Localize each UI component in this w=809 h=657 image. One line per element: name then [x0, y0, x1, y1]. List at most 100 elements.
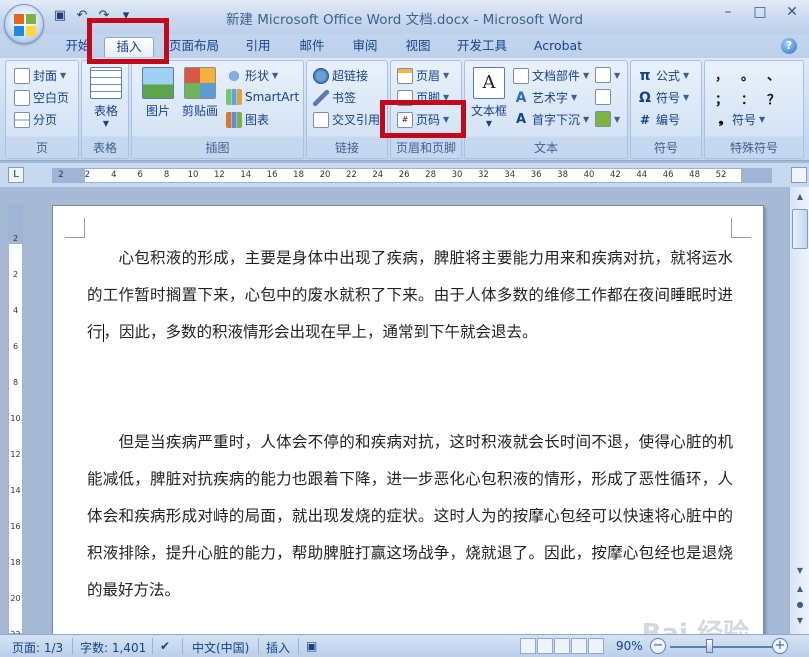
picture-icon	[142, 67, 174, 99]
enumeration-comma-symbol[interactable]: 、	[767, 65, 780, 84]
paragraph-1[interactable]: 心包积液的形成，主要是身体中出现了疾病，脾脏将主要能力用来和疾病对抗，就将运水的…	[87, 240, 733, 351]
ruler-tick: 32	[477, 170, 489, 180]
picture-button[interactable]: 图片	[140, 67, 176, 119]
zoom-slider-track[interactable]	[670, 646, 774, 648]
hyperlink-button[interactable]: 超链接	[313, 67, 368, 84]
footer-icon	[397, 89, 413, 106]
minimize-button[interactable]: –	[717, 4, 739, 22]
view-print-layout-button[interactable]	[520, 638, 536, 654]
vertical-ruler[interactable]: 2246810121416182022	[8, 205, 23, 634]
zoom-in-button[interactable]: +	[772, 638, 788, 654]
select-browse-object-button[interactable]: ●	[792, 597, 808, 613]
object-icon[interactable]: ▼	[595, 111, 620, 127]
view-web-layout-button[interactable]	[554, 638, 570, 654]
vruler-tick: 8	[12, 378, 19, 387]
previous-page-button[interactable]: ▲	[792, 581, 808, 597]
question-symbol[interactable]: ？	[767, 89, 780, 108]
ruler-bar: L 2 2 4 6 8 10 12 14 16 18 20 22 24 26 28 30 32 34 36 38 40 4…	[0, 163, 809, 187]
tab-acrobat[interactable]: Acrobat	[528, 37, 588, 57]
vruler-tick: 6	[12, 342, 19, 351]
group-label-links: 链接	[334, 141, 359, 155]
zoom-out-button[interactable]: −	[650, 638, 666, 654]
ruler-tick: 6	[137, 170, 143, 180]
page-break-button[interactable]: 分页	[14, 111, 57, 128]
date-time-icon[interactable]	[595, 89, 611, 105]
tab-insert[interactable]: 插入	[104, 37, 154, 57]
tab-references[interactable]: 引用	[240, 37, 276, 57]
wordart-button[interactable]: A 艺术字 ▼	[513, 89, 578, 106]
header-button[interactable]: 页眉 ▼	[397, 67, 449, 84]
insert-mode-indicator[interactable]: 插入	[266, 639, 290, 656]
maximize-button[interactable]: □	[749, 4, 771, 22]
paragraph-2[interactable]: 但是当疾病严重时，人体会不停的和疾病对抗，这时积液就会长时间不退，使得心脏的机能…	[87, 424, 733, 609]
scroll-down-button[interactable]: ▼	[792, 563, 808, 579]
vruler-tick: 12	[10, 450, 21, 459]
help-icon[interactable]: ?	[781, 38, 797, 54]
number-button[interactable]: # 编号	[637, 111, 680, 128]
language-indicator[interactable]: 中文(中国)	[192, 639, 249, 656]
tab-view[interactable]: 视图	[400, 37, 436, 57]
special-symbol-button[interactable]: ❟ 符号 ▼	[713, 111, 765, 128]
table-button[interactable]: 表格 ▼	[88, 67, 124, 128]
vruler-tick: 14	[10, 486, 21, 495]
view-full-screen-button[interactable]	[537, 638, 553, 654]
group-label-header-footer: 页眉和页脚	[395, 141, 456, 155]
ruler-tick: 34	[504, 170, 516, 180]
zoom-level[interactable]: 90%	[616, 639, 643, 653]
table-icon	[90, 67, 122, 99]
horizontal-ruler[interactable]: 2 2 4 6 8 10 12 14 16 18 20 22 24 26 28 30 32 34 36 38 40 42 4…	[52, 168, 772, 183]
ruler-tick: 18	[293, 170, 305, 180]
view-ruler-icon[interactable]	[791, 167, 807, 183]
bookmark-button[interactable]: 书签	[313, 89, 356, 106]
ruler-tick: 42	[609, 170, 621, 180]
status-bar: 页面: 1/3 字数: 1,401 ✔ 中文(中国) 插入 ▣ 90% − +	[0, 634, 809, 657]
comma-symbol[interactable]: ，	[715, 65, 728, 84]
equation-button[interactable]: π 公式 ▼	[637, 67, 689, 84]
cross-reference-button[interactable]: 交叉引用	[313, 111, 380, 128]
spellcheck-icon[interactable]: ✔	[160, 639, 170, 653]
quick-parts-icon	[513, 67, 529, 84]
chart-button[interactable]: 图表	[226, 111, 269, 128]
symbol-button[interactable]: Ω 符号 ▼	[637, 89, 689, 106]
tab-mailings[interactable]: 邮件	[294, 37, 330, 57]
scroll-up-button[interactable]: ▲	[792, 189, 808, 205]
page-count[interactable]: 页面: 1/3	[12, 639, 63, 656]
tab-home[interactable]: 开始	[60, 37, 96, 57]
semicolon-symbol[interactable]: ；	[715, 89, 728, 108]
clipart-button[interactable]: 剪贴画	[178, 67, 222, 119]
colon-symbol[interactable]: ：	[741, 89, 754, 108]
view-draft-button[interactable]	[588, 638, 604, 654]
smartart-button[interactable]: SmartArt	[226, 89, 299, 105]
macro-record-icon[interactable]: ▣	[306, 639, 317, 653]
footer-button[interactable]: 页脚 ▼	[397, 89, 449, 106]
tab-developer[interactable]: 开发工具	[452, 37, 512, 57]
period-symbol[interactable]: 。	[741, 65, 754, 84]
page-number-button[interactable]: # 页码 ▼	[397, 111, 449, 128]
group-label-table: 表格	[92, 141, 117, 155]
textbox-button[interactable]: A 文本框 ▼	[469, 67, 509, 128]
vertical-scrollbar[interactable]: ▲ ▼ ▲ ● ▼	[789, 187, 809, 634]
zoom-slider-thumb[interactable]	[706, 639, 713, 653]
tab-page-layout[interactable]: 页面布局	[164, 37, 224, 57]
view-outline-button[interactable]	[571, 638, 587, 654]
omega-icon: Ω	[639, 89, 651, 106]
drop-cap-button[interactable]: A 首字下沉 ▼	[513, 111, 589, 128]
word-count[interactable]: 字数: 1,401	[80, 639, 146, 656]
tab-review[interactable]: 审阅	[347, 37, 383, 57]
tab-selector-button[interactable]: L	[8, 167, 24, 183]
scroll-thumb[interactable]	[792, 209, 808, 249]
ruler-tick: 4	[111, 170, 117, 180]
document-page[interactable]: 心包积液的形成，主要是身体中出现了疾病，脾脏将主要能力用来和疾病对抗，就将运水的…	[52, 205, 764, 634]
shapes-button[interactable]: 形状 ▼	[226, 67, 278, 84]
group-links: 超链接 书签 交叉引用 链接	[306, 60, 388, 159]
group-symbols: π 公式 ▼ Ω 符号 ▼ # 编号 符号	[630, 60, 702, 159]
blank-page-button[interactable]: 空白页	[14, 89, 69, 106]
quick-parts-button[interactable]: 文档部件 ▼	[513, 67, 589, 84]
cover-page-button[interactable]: 封面 ▼	[14, 67, 66, 84]
next-page-button[interactable]: ▼	[792, 613, 808, 629]
close-button[interactable]: ✕	[781, 4, 803, 22]
signature-line-icon[interactable]: ▼	[595, 67, 620, 83]
group-text: A 文本框 ▼ 文档部件 ▼ A 艺术字 ▼ A 首字下沉 ▼ ▼ ▼ 文本	[464, 60, 628, 159]
vruler-tick: 10	[10, 414, 21, 423]
office-button[interactable]	[4, 4, 44, 44]
